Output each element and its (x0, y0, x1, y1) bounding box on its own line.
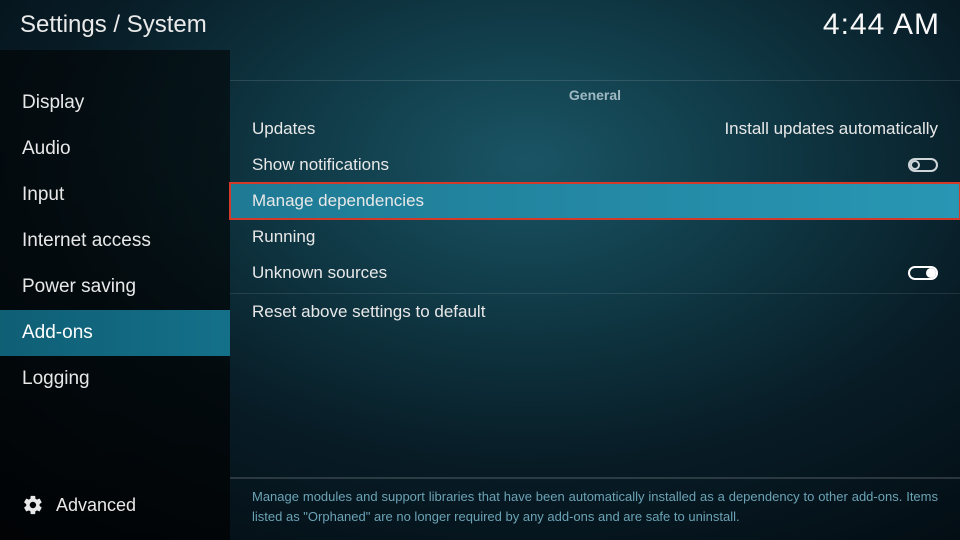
sidebar: Display Audio Input Internet access Powe… (0, 50, 230, 540)
toggle-unknown-sources[interactable] (908, 266, 938, 280)
row-show-notifications[interactable]: Show notifications (230, 147, 960, 183)
sidebar-item-input[interactable]: Input (0, 172, 230, 218)
row-label: Running (252, 227, 315, 247)
row-value-updates: Install updates automatically (724, 119, 938, 139)
sidebar-item-display[interactable]: Display (0, 80, 230, 126)
help-text: Manage modules and support libraries tha… (230, 477, 960, 540)
row-label: Show notifications (252, 155, 389, 175)
topbar: Settings / System 4:44 AM (0, 0, 960, 50)
row-reset-defaults[interactable]: Reset above settings to default (230, 293, 960, 330)
row-label: Manage dependencies (252, 191, 424, 211)
row-unknown-sources[interactable]: Unknown sources (230, 255, 960, 291)
sidebar-item-audio[interactable]: Audio (0, 126, 230, 172)
row-manage-dependencies[interactable]: Manage dependencies (230, 183, 960, 219)
toggle-show-notifications[interactable] (908, 158, 938, 172)
clock: 4:44 AM (823, 8, 940, 42)
settings-level-label: Advanced (56, 495, 136, 516)
row-label: Reset above settings to default (252, 302, 485, 322)
breadcrumb: Settings / System (20, 11, 207, 39)
main: Display Audio Input Internet access Powe… (0, 50, 960, 540)
settings-level-button[interactable]: Advanced (0, 482, 230, 540)
sidebar-item-power-saving[interactable]: Power saving (0, 264, 230, 310)
row-label: Updates (252, 119, 315, 139)
row-updates[interactable]: Updates Install updates automatically (230, 111, 960, 147)
row-running[interactable]: Running (230, 219, 960, 255)
gear-icon (22, 494, 44, 516)
sidebar-item-add-ons[interactable]: Add-ons (0, 310, 230, 356)
content: General Updates Install updates automati… (230, 50, 960, 540)
section-header-general: General (230, 80, 960, 111)
sidebar-item-internet-access[interactable]: Internet access (0, 218, 230, 264)
row-label: Unknown sources (252, 263, 387, 283)
sidebar-item-logging[interactable]: Logging (0, 356, 230, 402)
